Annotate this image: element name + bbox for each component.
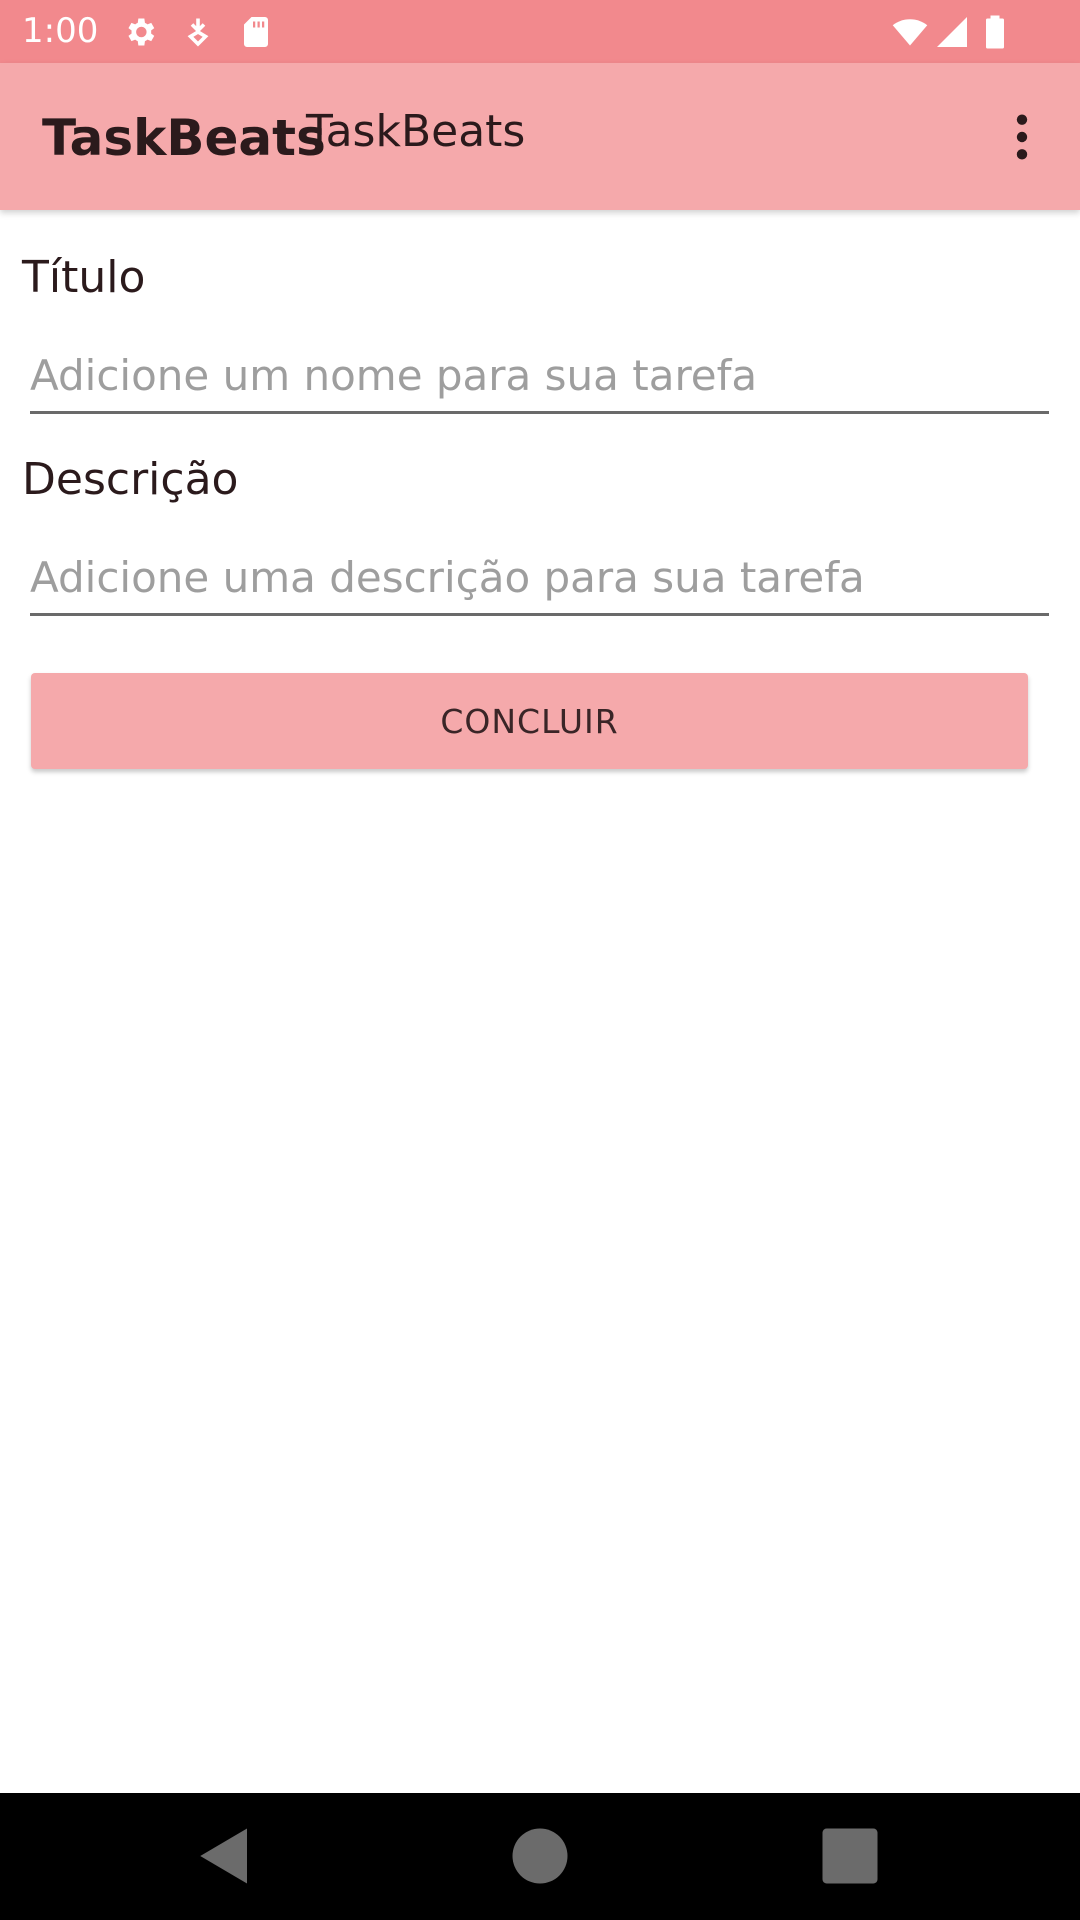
status-bar: 1:00 [0, 0, 1080, 63]
app-bar: TaskBeats TaskBeats [0, 63, 1080, 210]
description-input[interactable] [30, 541, 1049, 616]
app-subtitle: TaskBeats [306, 106, 526, 157]
sd-card-icon [238, 14, 274, 50]
download-icon [180, 14, 216, 50]
battery-icon [980, 14, 1010, 50]
description-label: Descrição [22, 454, 239, 505]
wifi-icon [890, 14, 930, 50]
app-title: TaskBeats [42, 109, 326, 167]
title-input[interactable] [30, 339, 1049, 414]
settings-icon [122, 14, 158, 50]
more-vert-icon[interactable] [996, 109, 1048, 165]
back-icon[interactable] [192, 1823, 258, 1889]
conclude-button[interactable]: CONCLUIR [31, 673, 1028, 769]
navigation-bar [0, 1793, 1080, 1920]
status-time: 1:00 [22, 11, 99, 51]
home-icon[interactable] [507, 1823, 573, 1889]
cell-signal-icon [934, 14, 970, 50]
recents-icon[interactable] [817, 1823, 883, 1889]
title-label: Título [22, 252, 146, 303]
